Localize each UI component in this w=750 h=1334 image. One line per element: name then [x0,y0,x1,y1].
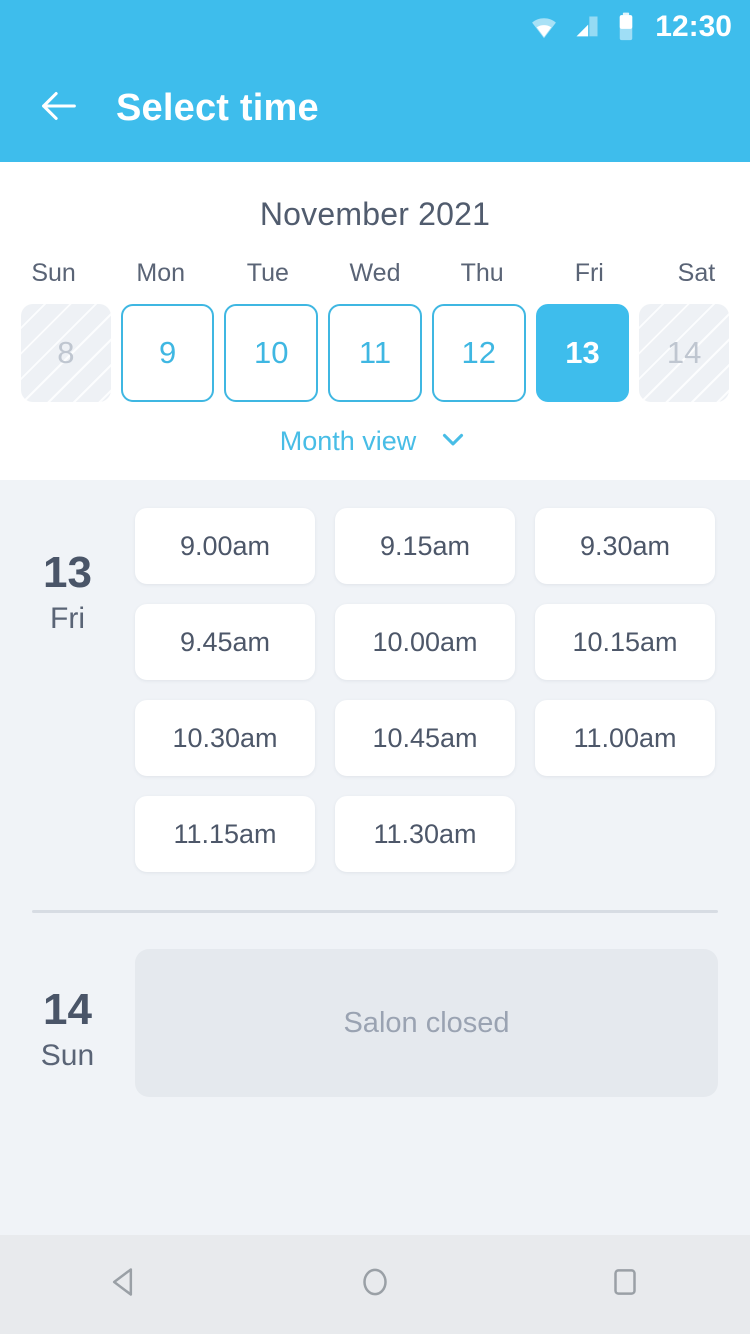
wifi-icon [529,12,559,42]
phone-screen: 12:30 Select time November 2021 Sun Mon … [0,0,750,1334]
time-slot[interactable]: 9.30am [535,508,715,584]
time-slot[interactable]: 11.15am [135,796,315,872]
chevron-down-icon [436,422,470,461]
time-slot[interactable]: 9.00am [135,508,315,584]
time-slot[interactable]: 10.15am [535,604,715,680]
month-view-label: Month view [279,426,417,456]
nav-recents-square-icon [605,1262,645,1307]
salon-closed-card: Salon closed [135,949,718,1097]
slot-grid: 9.00am 9.15am 9.30am 9.45am 10.00am 10.1… [135,508,750,872]
weekday-label: Fri [574,259,604,287]
calendar-month-title: November 2021 [259,196,491,232]
calendar-days-row: 8 9 10 11 12 13 14 [0,304,750,402]
time-slots-area: 13 Fri 9.00am 9.15am 9.30am 9.45am 10.00… [0,480,750,1235]
time-slot[interactable]: 9.15am [335,508,515,584]
day-cell-12[interactable]: 12 [431,304,526,402]
day-slot-group: 13 Fri 9.00am 9.15am 9.30am 9.45am 10.00… [0,480,750,872]
weekday-label: Mon [136,259,186,287]
day-cell-9[interactable]: 9 [120,304,215,402]
weekday-header-row: Sun Mon Tue Wed Thu Fri Sat [0,259,750,288]
nav-back-triangle-icon [105,1262,145,1307]
time-slot[interactable]: 10.45am [335,700,515,776]
month-view-toggle[interactable]: Month view [0,422,750,461]
day-cell-14: 14 [639,304,730,402]
time-slot[interactable]: 11.30am [335,796,515,872]
slot-day-label: 13 Fri [0,508,135,872]
nav-back-button[interactable] [65,1235,185,1334]
weekday-label: Wed [349,259,401,287]
day-cell-11[interactable]: 11 [328,304,422,402]
weekday-label: Sun [31,259,76,287]
weekday-label: Sat [677,259,716,287]
calendar-panel: November 2021 Sun Mon Tue Wed Thu Fri Sa… [0,162,750,480]
weekday-label: Tue [246,259,289,287]
slot-day-weekday: Fri [50,602,85,636]
status-bar: 12:30 [0,0,750,54]
nav-home-button[interactable] [315,1235,435,1334]
closed-day-label: 14 Sun [0,949,135,1097]
weekday-label: Thu [460,259,504,287]
nav-recents-button[interactable] [565,1235,685,1334]
time-slot[interactable]: 10.00am [335,604,515,680]
time-slot[interactable]: 10.30am [135,700,315,776]
nav-home-circle-icon [355,1262,395,1307]
signal-icon [573,13,601,41]
day-cell-10[interactable]: 10 [224,304,319,402]
time-slot[interactable]: 11.00am [535,700,715,776]
closed-day-group: 14 Sun Salon closed [0,913,750,1097]
slot-day-number: 13 [43,548,92,597]
day-cell-8: 8 [21,304,111,402]
day-cell-13[interactable]: 13 [535,304,630,402]
android-nav-bar [0,1235,750,1334]
back-button[interactable] [22,71,96,145]
time-slot[interactable]: 9.45am [135,604,315,680]
page-title: Select time [116,86,319,129]
back-arrow-icon [36,83,82,134]
app-bar: Select time [0,54,750,162]
closed-day-weekday: Sun [40,1039,95,1073]
closed-day-number: 14 [43,985,92,1034]
battery-icon [615,12,637,42]
status-bar-clock: 12:30 [655,10,732,43]
